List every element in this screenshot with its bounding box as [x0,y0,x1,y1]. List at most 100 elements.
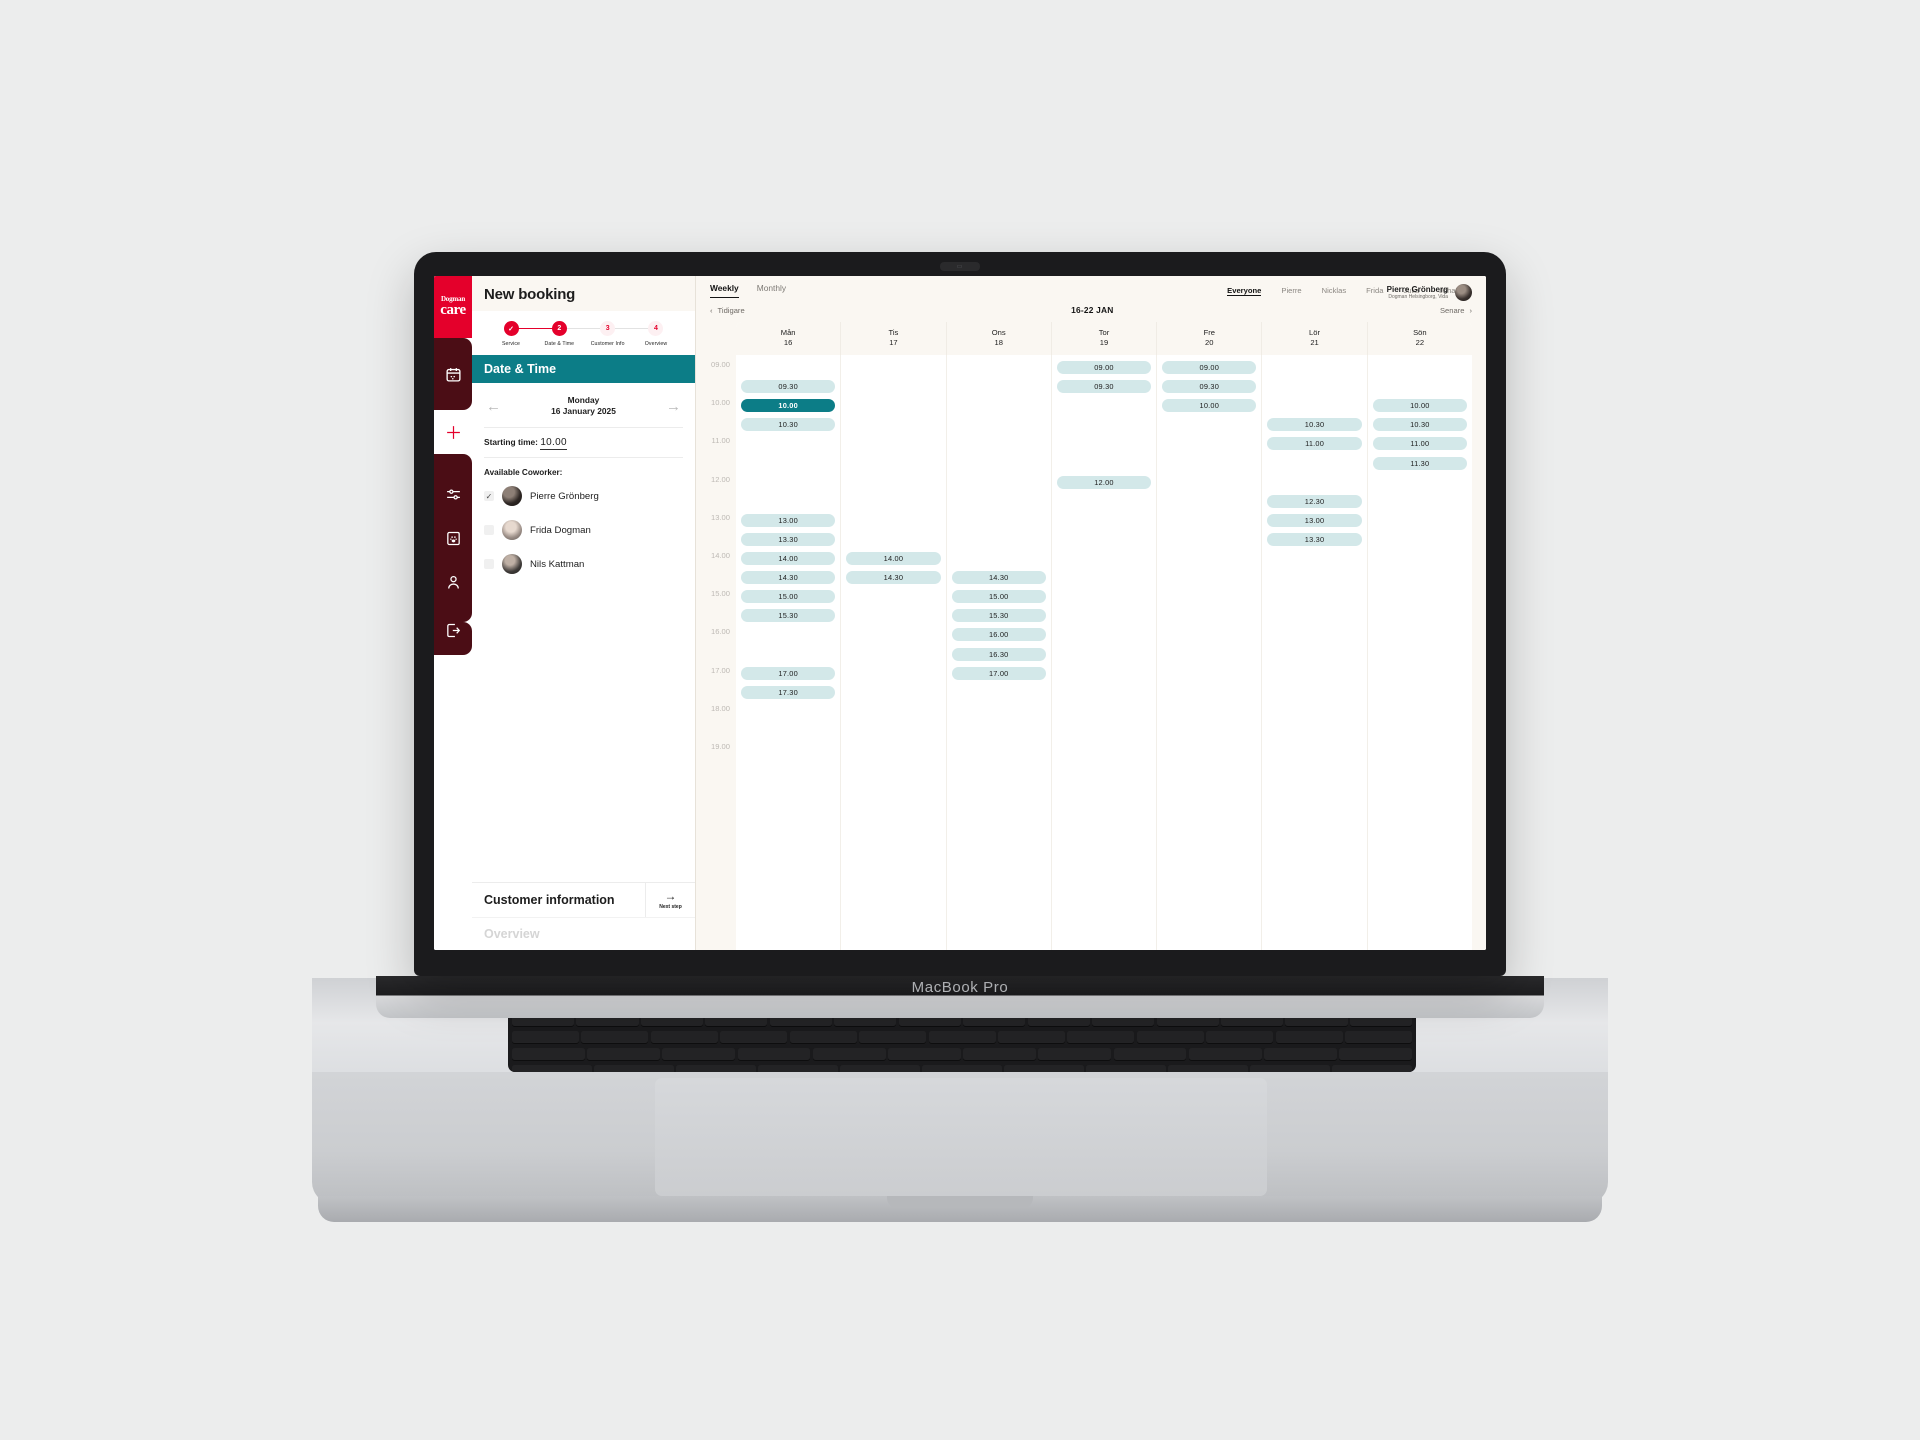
next-day-button[interactable]: → [666,399,681,414]
keyboard-key[interactable] [1004,1065,1084,1072]
calendar-icon[interactable] [445,366,462,383]
time-slot[interactable]: 10.30 [741,418,836,432]
keyboard-key[interactable] [758,1065,838,1072]
people-filter-frida[interactable]: Frida [1366,286,1383,296]
day-header-21[interactable]: Lör 21 [1262,322,1368,355]
keyboard-key[interactable] [594,1065,674,1072]
stepper-step-3[interactable]: 3 Customer Info [585,321,631,347]
keyboard-key[interactable] [1275,1031,1343,1044]
time-slot[interactable]: 15.30 [741,609,836,623]
day-header-19[interactable]: Tor 19 [1052,322,1158,355]
time-slot[interactable]: 13.00 [1267,513,1362,527]
time-slot[interactable]: 13.30 [741,532,836,546]
stepper-step-1[interactable]: ✓ Service [488,321,534,347]
day-header-17[interactable]: Tis 17 [841,322,947,355]
time-slot[interactable]: 09.30 [1056,380,1152,394]
tab-monthly[interactable]: Monthly [757,283,786,298]
people-filter-everyone[interactable]: Everyone [1227,286,1262,296]
customer-information-label[interactable]: Customer information [472,883,645,917]
time-slot[interactable]: 10.00 [741,399,836,413]
coworker-checkbox[interactable] [484,559,494,569]
keyboard-key[interactable] [1264,1048,1337,1061]
prev-day-button[interactable]: ← [486,399,501,414]
person-icon[interactable] [445,574,462,591]
logout-icon[interactable] [445,622,462,639]
time-slot[interactable]: 16.00 [951,628,1046,642]
starting-time-value[interactable]: 10.00 [540,437,567,450]
people-filter-pierre[interactable]: Pierre [1281,286,1301,296]
keyboard-key[interactable] [888,1048,961,1061]
keyboard-key[interactable] [997,1031,1065,1044]
plus-icon[interactable] [445,424,462,441]
time-slot[interactable]: 11.00 [1372,437,1467,451]
time-slot[interactable]: 14.30 [951,571,1046,585]
time-slot[interactable]: 17.00 [951,666,1046,680]
keyboard-key[interactable] [676,1065,756,1072]
time-slot[interactable]: 17.30 [741,685,836,699]
stepper-step-2[interactable]: 2 Date & Time [536,321,582,347]
time-slot[interactable]: 14.00 [846,552,941,565]
prev-week-button[interactable]: ‹ Tidigare [710,306,745,315]
time-slot[interactable]: 14.00 [741,552,836,565]
keyboard-key[interactable] [650,1031,718,1044]
keyboard-key[interactable] [737,1048,811,1061]
time-slot[interactable]: 10.00 [1162,399,1257,413]
time-slot[interactable]: 15.30 [951,609,1046,623]
keyboard-key[interactable] [512,1031,580,1044]
keyboard-key[interactable] [789,1031,857,1044]
keyboard-key[interactable] [1345,1031,1413,1044]
time-slot[interactable]: 09.00 [1056,361,1152,374]
keyboard-key[interactable] [720,1031,788,1044]
time-slot[interactable]: 10.30 [1372,418,1467,432]
time-slot[interactable]: 10.00 [1372,399,1467,413]
keyboard-key[interactable] [662,1048,736,1061]
keyboard-key[interactable] [512,1065,592,1072]
stepper-step-4[interactable]: 4 Overview [633,321,679,347]
keyboard-key[interactable] [1113,1048,1187,1061]
time-slot[interactable]: 10.30 [1267,418,1362,432]
coworker-checkbox[interactable]: ✓ [484,491,494,501]
keyboard-key[interactable] [581,1031,649,1044]
day-header-22[interactable]: Sön 22 [1368,322,1472,355]
time-slot[interactable]: 14.30 [741,571,836,585]
keyboard-key[interactable] [859,1031,927,1044]
time-slot[interactable]: 16.30 [951,647,1046,661]
keyboard-key[interactable] [512,1048,585,1061]
keyboard-key[interactable] [1332,1065,1412,1072]
keyboard-key[interactable] [840,1065,920,1072]
keyboard-key[interactable] [1339,1048,1413,1061]
time-slot[interactable]: 13.30 [1267,532,1362,546]
overview-label[interactable]: Overview [472,917,695,950]
time-slot[interactable]: 13.00 [741,513,836,527]
time-slot[interactable]: 17.00 [741,666,836,680]
keyboard-key[interactable] [812,1048,886,1061]
keyboard-key[interactable] [922,1065,1002,1072]
coworker-row[interactable]: ✓ Pierre Grönberg [472,479,695,513]
sliders-icon[interactable] [445,486,462,503]
keyboard-key[interactable] [1067,1031,1135,1044]
brand-logo[interactable]: Dogman care [434,276,472,338]
time-slot[interactable]: 11.30 [1372,456,1467,470]
time-slot[interactable]: 15.00 [741,590,836,604]
time-slot[interactable]: 14.30 [846,571,941,585]
day-header-20[interactable]: Fre 20 [1157,322,1263,355]
coworker-row[interactable]: Frida Dogman [472,513,695,547]
time-slot[interactable]: 09.30 [1162,380,1257,394]
keyboard-key[interactable] [1250,1065,1330,1072]
people-filter-nicklas[interactable]: Nicklas [1322,286,1346,296]
keyboard-key[interactable] [1038,1048,1112,1061]
tab-weekly[interactable]: Weekly [710,283,739,298]
keyboard-key[interactable] [1168,1065,1248,1072]
time-slot[interactable]: 09.00 [1162,361,1257,374]
keyboard-key[interactable] [1086,1065,1166,1072]
keyboard-key[interactable] [963,1048,1037,1061]
keyboard-key[interactable] [1206,1031,1274,1044]
next-step-button[interactable]: → Next step [645,883,695,917]
trackpad[interactable] [655,1078,1267,1196]
coworker-checkbox[interactable] [484,525,494,535]
time-slot[interactable]: 15.00 [951,590,1046,604]
time-slot[interactable]: 12.00 [1056,475,1152,489]
day-header-16[interactable]: Mån 16 [736,322,842,355]
account-chip[interactable]: Pierre Grönberg Dogman Helsingborg, Vida [1387,284,1472,301]
time-slot[interactable]: 09.30 [741,380,836,394]
